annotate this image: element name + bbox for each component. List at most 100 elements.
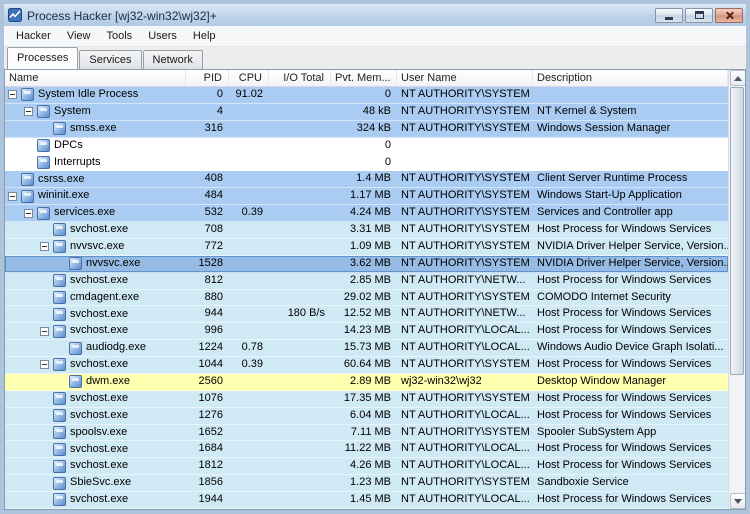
maximize-button[interactable] <box>685 7 713 23</box>
table-row[interactable]: smss.exe 316 324 kB NT AUTHORITY\SYSTEM Wind… <box>5 120 728 138</box>
expander-icon[interactable] <box>24 107 33 117</box>
tab-processes[interactable]: Processes <box>7 47 79 69</box>
table-row[interactable]: svchost.exe 812 2.85 MB NT AUTHORITY\NETW..… <box>5 272 728 290</box>
cell-desc: COMODO Internet Security <box>537 290 671 303</box>
cell-cpu <box>229 492 269 508</box>
process-icon <box>53 476 66 490</box>
cell-user: NT AUTHORITY\SYSTEM <box>401 172 530 185</box>
menu-help[interactable]: Help <box>185 26 224 46</box>
title-bar[interactable]: Process Hacker [wj32-win32\wj32]+ <box>4 4 746 26</box>
process-name: csrss.exe <box>38 172 85 185</box>
cell-pid: 4 <box>216 104 223 117</box>
cell-mem: 1.4 MB <box>356 172 391 185</box>
cell-cpu <box>229 458 269 474</box>
column-header-name[interactable]: Name <box>5 70 186 86</box>
cell-pid: 1044 <box>198 358 223 370</box>
cell-name: wininit.exe <box>5 188 186 204</box>
process-icon <box>53 307 66 321</box>
process-icon <box>53 240 66 254</box>
cell-io <box>269 121 331 137</box>
process-icon <box>37 155 50 169</box>
tab-services[interactable]: Services <box>79 50 142 69</box>
table-row[interactable]: svchost.exe 708 3.31 MB NT AUTHORITY\SYSTEM… <box>5 222 728 239</box>
menu-tools[interactable]: Tools <box>99 26 141 46</box>
scrollbar-thumb[interactable] <box>730 87 744 375</box>
cell-desc: Desktop Window Manager <box>537 374 667 387</box>
cell-cpu <box>229 121 269 137</box>
expander-icon[interactable] <box>40 326 49 336</box>
table-row[interactable]: System 4 48 kB NT AUTHORITY\SYSTEM NT Kernel… <box>5 103 728 121</box>
table-row[interactable]: svchost.exe 1812 4.26 MB NT AUTHORITY\LOCAL… <box>5 458 728 476</box>
table-row[interactable]: Interrupts 0 <box>5 154 728 172</box>
scroll-up-button[interactable] <box>730 70 745 86</box>
process-icon <box>21 88 34 102</box>
table-row[interactable]: svchost.exe 1276 6.04 MB NT AUTHORITY\LOCAL… <box>5 407 728 425</box>
cell-desc: Host Process for Windows Services <box>537 358 712 370</box>
cell-desc: Host Process for Windows Services <box>537 273 712 286</box>
cell-user <box>397 138 533 154</box>
table-row[interactable]: spoolsv.exe 1652 7.11 MB NT AUTHORITY\SYSTE… <box>5 424 728 442</box>
cell-pid: 408 <box>204 172 223 185</box>
triangle-down-icon <box>734 498 742 504</box>
expander-icon[interactable] <box>8 90 17 100</box>
expander-icon[interactable] <box>8 191 17 201</box>
cell-pid: 708 <box>204 223 223 235</box>
column-header-i-o-total[interactable]: I/O Total <box>269 70 331 86</box>
cell-user: NT AUTHORITY\LOCAL... <box>401 324 530 337</box>
cell-io <box>269 205 331 221</box>
table-row[interactable]: svchost.exe 1044 0.39 60.64 MB NT AUTHORITY\… <box>5 357 728 374</box>
table-row[interactable]: svchost.exe 1944 1.45 MB NT AUTHORITY\LOCAL… <box>5 492 728 509</box>
table-row[interactable]: cmdagent.exe 880 29.02 MB NT AUTHORITY\SYST… <box>5 289 728 307</box>
cell-name: svchost.exe <box>5 492 186 508</box>
cell-mem: 1.17 MB <box>350 189 391 202</box>
cell-user: NT AUTHORITY\SYSTEM <box>401 290 530 303</box>
menu-view[interactable]: View <box>59 26 99 46</box>
table-row[interactable]: nvvsvc.exe 1528 3.62 MB NT AUTHORITY\SYSTEM… <box>5 255 728 273</box>
cell-pid: 1812 <box>198 459 223 472</box>
table-row[interactable]: services.exe 532 0.39 4.24 MB NT AUTHORITY\S… <box>5 205 728 222</box>
column-header-user-name[interactable]: User Name <box>397 70 533 86</box>
column-header-cpu[interactable]: CPU <box>229 70 269 86</box>
cell-desc: Host Process for Windows Services <box>537 391 712 404</box>
vertical-scrollbar[interactable] <box>728 70 745 509</box>
cell-cpu: 0.39 <box>241 358 263 370</box>
table-row[interactable]: svchost.exe 944 180 B/s 12.52 MB NT AUTHORIT… <box>5 306 728 324</box>
minimize-button[interactable] <box>655 7 683 23</box>
cell-pid <box>186 138 229 154</box>
column-header-description[interactable]: Description <box>533 70 728 86</box>
table-row[interactable]: System Idle Process 0 91.02 0 NT AUTHORITY\S… <box>5 87 728 104</box>
menu-bar: Hacker View Tools Users Help <box>4 26 746 47</box>
table-row[interactable]: wininit.exe 484 1.17 MB NT AUTHORITY\SYSTEM… <box>5 188 728 206</box>
table-row[interactable]: SbieSvc.exe 1856 1.23 MB NT AUTHORITY\SYSTE… <box>5 475 728 492</box>
cell-pid: 812 <box>204 273 223 286</box>
process-name: dwm.exe <box>86 375 131 388</box>
table-row[interactable]: DPCs 0 <box>5 137 728 155</box>
cell-io <box>269 408 331 424</box>
table-row[interactable]: svchost.exe 996 14.23 MB NT AUTHORITY\LOCAL… <box>5 323 728 341</box>
expander-icon[interactable] <box>40 360 49 370</box>
cell-mem: 29.02 MB <box>343 290 391 303</box>
cell-desc: NVIDIA Driver Helper Service, Version... <box>537 239 728 252</box>
table-row[interactable]: svchost.exe 1076 17.35 MB NT AUTHORITY\SYST… <box>5 390 728 408</box>
process-name: svchost.exe <box>70 358 129 371</box>
menu-users[interactable]: Users <box>140 26 185 46</box>
table-row[interactable]: audiodg.exe 1224 0.78 15.73 MB NT AUTHORITY\… <box>5 340 728 357</box>
menu-hacker[interactable]: Hacker <box>8 26 59 46</box>
scroll-down-button[interactable] <box>730 493 745 509</box>
table-row[interactable]: csrss.exe 408 1.4 MB NT AUTHORITY\SYSTEM Cli… <box>5 171 728 189</box>
tab-network[interactable]: Network <box>142 50 203 69</box>
table-row[interactable]: svchost.exe 1684 11.22 MB NT AUTHORITY\LOCA… <box>5 441 728 459</box>
minimize-icon <box>665 16 673 20</box>
cell-desc: Host Process for Windows Services <box>537 442 712 455</box>
cell-desc <box>533 87 728 103</box>
table-row[interactable]: dwm.exe 2560 2.89 MB wj32-win32\wj32 Desktop… <box>5 373 728 391</box>
column-header-pid[interactable]: PID <box>186 70 229 86</box>
process-icon <box>53 442 66 456</box>
expander-icon[interactable] <box>24 208 33 218</box>
close-button[interactable] <box>715 7 743 23</box>
expander-icon[interactable] <box>40 242 49 252</box>
column-header-pvt-mem[interactable]: Pvt. Mem... <box>331 70 397 86</box>
process-icon <box>53 392 66 406</box>
cell-desc: Host Process for Windows Services <box>537 324 712 337</box>
table-row[interactable]: nvvsvc.exe 772 1.09 MB NT AUTHORITY\SYSTEM N… <box>5 238 728 256</box>
